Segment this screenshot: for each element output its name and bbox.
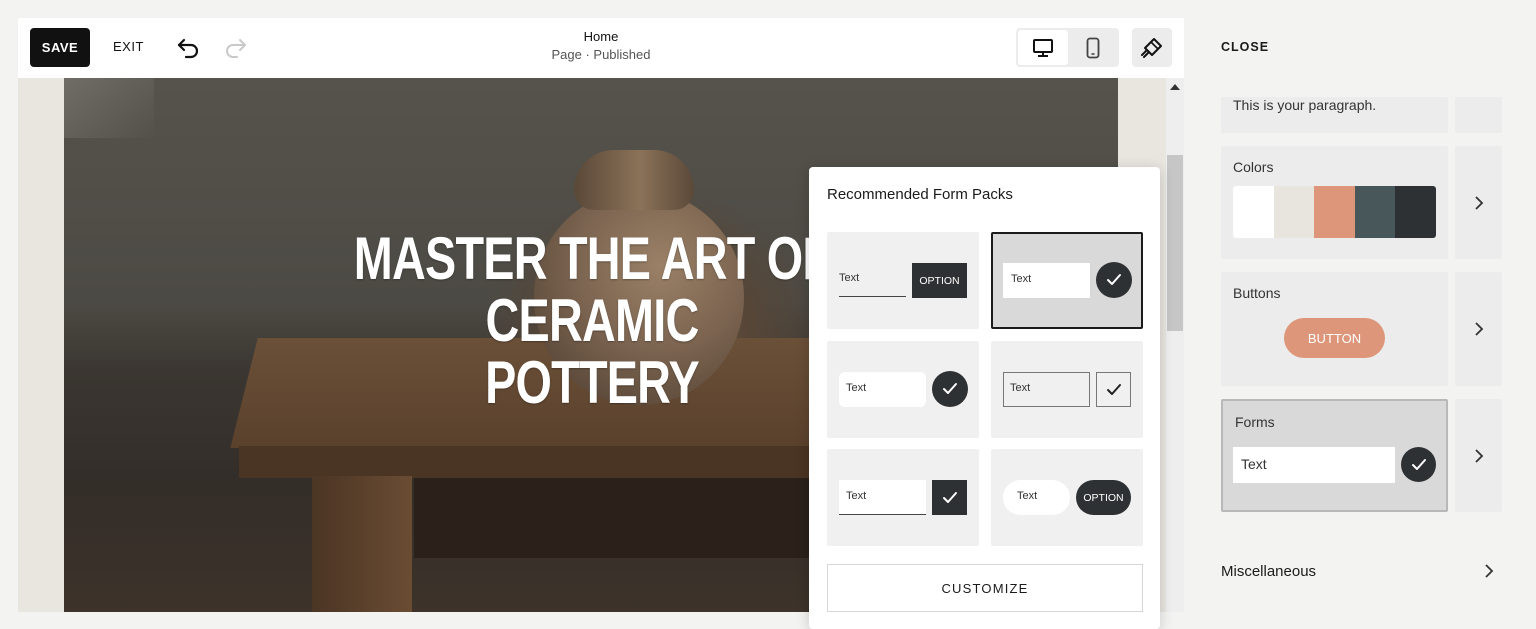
pack-field-text: Text (846, 382, 867, 394)
forms-label: Forms (1235, 414, 1275, 430)
form-pack-3[interactable]: Text (827, 341, 979, 438)
form-pack-5[interactable]: Text (827, 449, 979, 546)
colors-chevron-right-icon[interactable] (1455, 146, 1502, 259)
check-icon (1096, 372, 1131, 407)
check-icon (1096, 262, 1132, 298)
color-swatch (1314, 186, 1355, 238)
colors-label: Colors (1233, 159, 1274, 175)
color-swatch (1395, 186, 1436, 238)
page-title: Home (583, 29, 619, 44)
pack-field-line (839, 514, 926, 515)
pack-field-text: Text (1017, 490, 1038, 502)
color-palette (1233, 186, 1436, 238)
device-toggle (1016, 28, 1119, 67)
canvas-scrollbar[interactable] (1166, 78, 1184, 612)
buttons-label: Buttons (1233, 285, 1281, 301)
pack-field-text: Text (1010, 382, 1031, 394)
check-icon (932, 371, 968, 407)
forms-field-sample: Text (1233, 447, 1395, 483)
page-info[interactable]: Home Page · Published (18, 29, 1184, 62)
paragraph-card[interactable]: This is your paragraph. (1221, 97, 1448, 133)
miscellaneous-item[interactable]: Miscellaneous (1221, 563, 1316, 580)
pack-option-button: OPTION (912, 263, 967, 298)
button-sample: BUTTON (1284, 318, 1385, 358)
colors-card[interactable]: Colors (1221, 146, 1448, 259)
paragraph-sample: This is your paragraph. (1233, 97, 1377, 113)
pack-field-text: Text (1011, 273, 1032, 285)
pack-option-button: OPTION (1076, 480, 1131, 515)
pack-field-text: Text (846, 490, 867, 502)
vase-neck (574, 150, 694, 210)
form-pack-2[interactable]: Text (991, 232, 1143, 329)
form-pack-1[interactable]: Text OPTION (827, 232, 979, 329)
paintbrush-icon[interactable] (1132, 28, 1172, 67)
forms-chevron-right-icon[interactable] (1455, 399, 1502, 512)
form-pack-6[interactable]: Text OPTION (991, 449, 1143, 546)
color-swatch (1233, 186, 1274, 238)
scroll-up-arrow-icon[interactable] (1170, 84, 1180, 90)
customize-button[interactable]: CUSTOMIZE (827, 564, 1143, 612)
pack-field-text: Text (839, 272, 860, 284)
chevron-right-icon[interactable] (1484, 563, 1494, 584)
scroll-thumb[interactable] (1167, 155, 1183, 331)
close-button[interactable]: CLOSE (1221, 40, 1269, 54)
check-icon (1401, 447, 1436, 482)
popover-title: Recommended Form Packs (827, 186, 1013, 203)
paragraph-side[interactable] (1455, 97, 1502, 133)
page-status: Page · Published (551, 47, 651, 62)
pack-field-line (839, 296, 906, 297)
window-light (64, 78, 154, 138)
check-icon (932, 480, 967, 515)
table-leg (312, 476, 412, 612)
color-swatch (1273, 186, 1315, 238)
buttons-chevron-right-icon[interactable] (1455, 272, 1502, 386)
form-packs-popover: Recommended Form Packs Text OPTION Text … (809, 167, 1160, 629)
color-swatch (1354, 186, 1396, 238)
mobile-icon[interactable] (1068, 30, 1117, 65)
desktop-icon[interactable] (1018, 30, 1068, 65)
forms-card[interactable]: Forms Text (1221, 399, 1448, 512)
form-pack-4[interactable]: Text (991, 341, 1143, 438)
buttons-card[interactable]: Buttons BUTTON (1221, 272, 1448, 386)
editor-toolbar: SAVE EXIT Home Page · Published (18, 18, 1184, 78)
